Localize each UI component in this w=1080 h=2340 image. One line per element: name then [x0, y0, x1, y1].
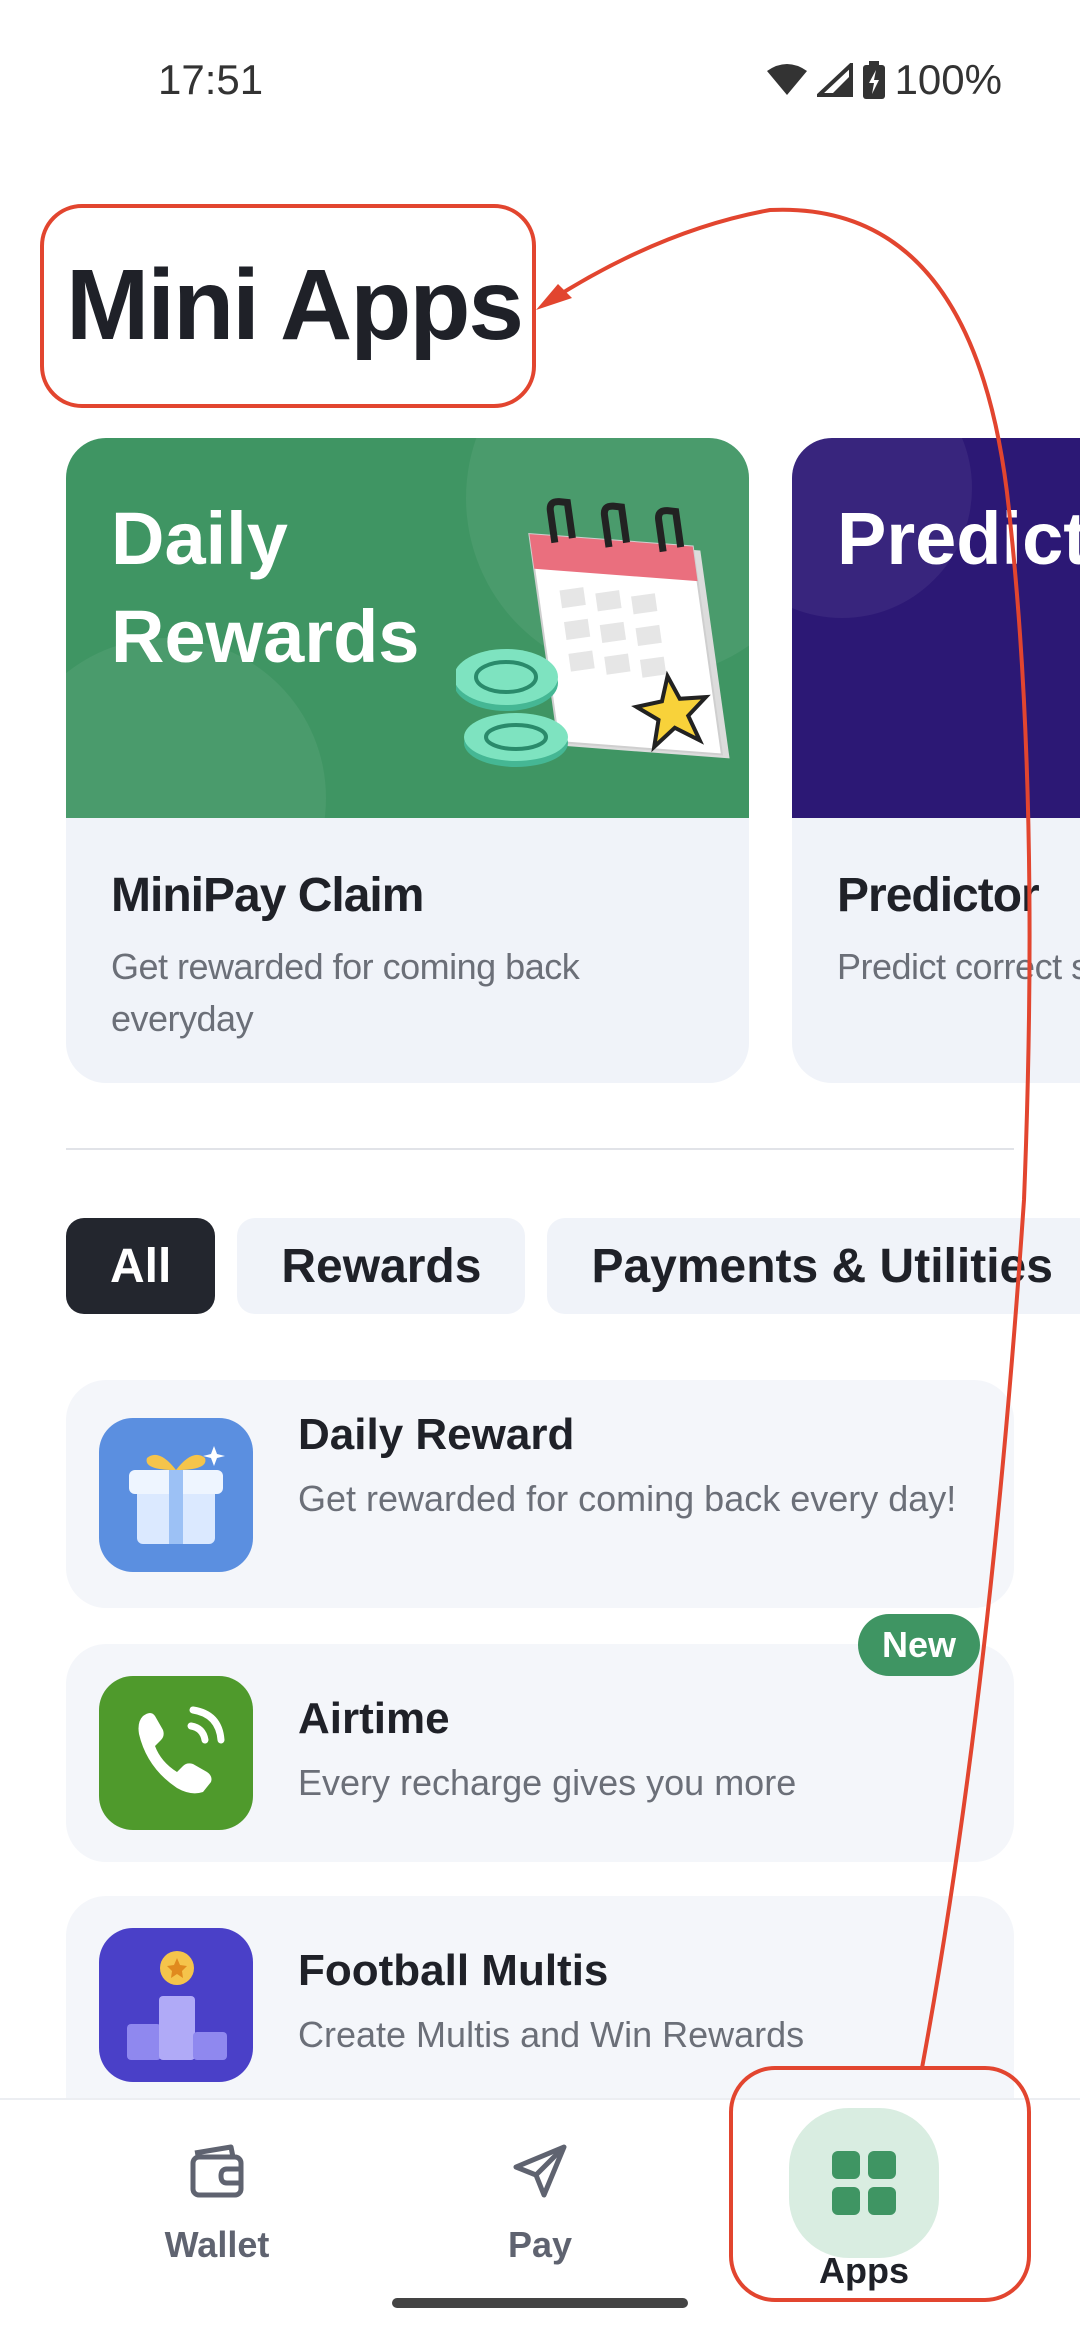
card-banner: Predict Win — [792, 438, 1080, 818]
podium-icon — [99, 1928, 253, 2082]
filter-chips: All Rewards Payments & Utilities — [66, 1218, 1080, 1314]
chip-rewards[interactable]: Rewards — [237, 1218, 526, 1314]
app-item-daily-reward[interactable]: Daily Reward Get rewarded for coming bac… — [66, 1380, 1014, 1608]
apps-grid-icon — [789, 2108, 939, 2258]
page-title: Mini Apps — [66, 249, 524, 361]
card-info: MiniPay Claim Get rewarded for coming ba… — [111, 868, 711, 1045]
nav-wallet[interactable]: Wallet — [107, 2126, 327, 2296]
gift-icon — [99, 1418, 253, 1572]
app-description: Get rewarded for coming back every day! — [298, 1478, 957, 1519]
nav-pay[interactable]: Pay — [430, 2126, 650, 2296]
featured-card-predictor[interactable]: Predict Win Predictor Predict correct s — [792, 438, 1080, 1083]
wallet-icon — [162, 2126, 272, 2216]
nav-label: Wallet — [164, 2224, 270, 2265]
battery-percent: 100% — [894, 56, 1002, 103]
signal-icon — [816, 63, 853, 97]
featured-card-minipay-claim[interactable]: Daily Rewards MiniPay Claim Get rewarded… — [66, 438, 749, 1083]
app-description: Every recharge gives you more — [298, 1762, 797, 1803]
card-description: Predict correct s — [837, 946, 1080, 987]
nav-apps[interactable]: Apps — [754, 2108, 974, 2296]
card-banner: Daily Rewards — [66, 438, 749, 818]
app-title: Football Multis — [298, 1946, 609, 1995]
divider — [66, 1148, 1014, 1150]
new-badge: New — [857, 1614, 980, 1676]
send-icon — [485, 2126, 595, 2216]
status-time: 17:51 — [158, 56, 264, 103]
card-description: Get rewarded for coming back everyday — [111, 946, 580, 1039]
card-name: MiniPay Claim — [111, 869, 424, 922]
featured-carousel[interactable]: Daily Rewards MiniPay Claim Get rewarded… — [0, 438, 1080, 1083]
home-indicator[interactable] — [392, 2298, 688, 2308]
nav-label: Apps — [819, 2250, 909, 2291]
card-info: Predictor Predict correct s — [837, 868, 1080, 993]
nav-label: Pay — [507, 2224, 573, 2265]
status-icons: 100% — [766, 56, 1002, 104]
card-name: Predictor — [837, 869, 1040, 922]
app-item-text: Daily Reward Get rewarded for coming bac… — [298, 1410, 964, 1524]
chip-payments-utilities[interactable]: Payments & Utilities — [547, 1218, 1080, 1314]
app-title: Daily Reward — [298, 1410, 575, 1459]
app-description: Create Multis and Win Rewards — [298, 2014, 805, 2055]
wifi-icon — [766, 63, 807, 97]
chip-all[interactable]: All — [66, 1218, 216, 1314]
app-item-airtime[interactable]: New Airtime Every recharge gives you mor… — [66, 1614, 1014, 1862]
status-bar: 17:51 100% — [0, 0, 1080, 160]
banner-title: Predict Win — [837, 497, 1080, 580]
app-title: Airtime — [298, 1694, 450, 1743]
banner-title: Daily Rewards — [111, 497, 420, 678]
app-item-text: Football Multis Create Multis and Win Re… — [298, 1946, 964, 2060]
app-item-text: Airtime Every recharge gives you more — [298, 1694, 964, 1808]
battery-charging-icon — [862, 61, 885, 99]
calendar-rewards-illustration — [454, 483, 746, 788]
phone-call-icon — [99, 1676, 253, 1830]
